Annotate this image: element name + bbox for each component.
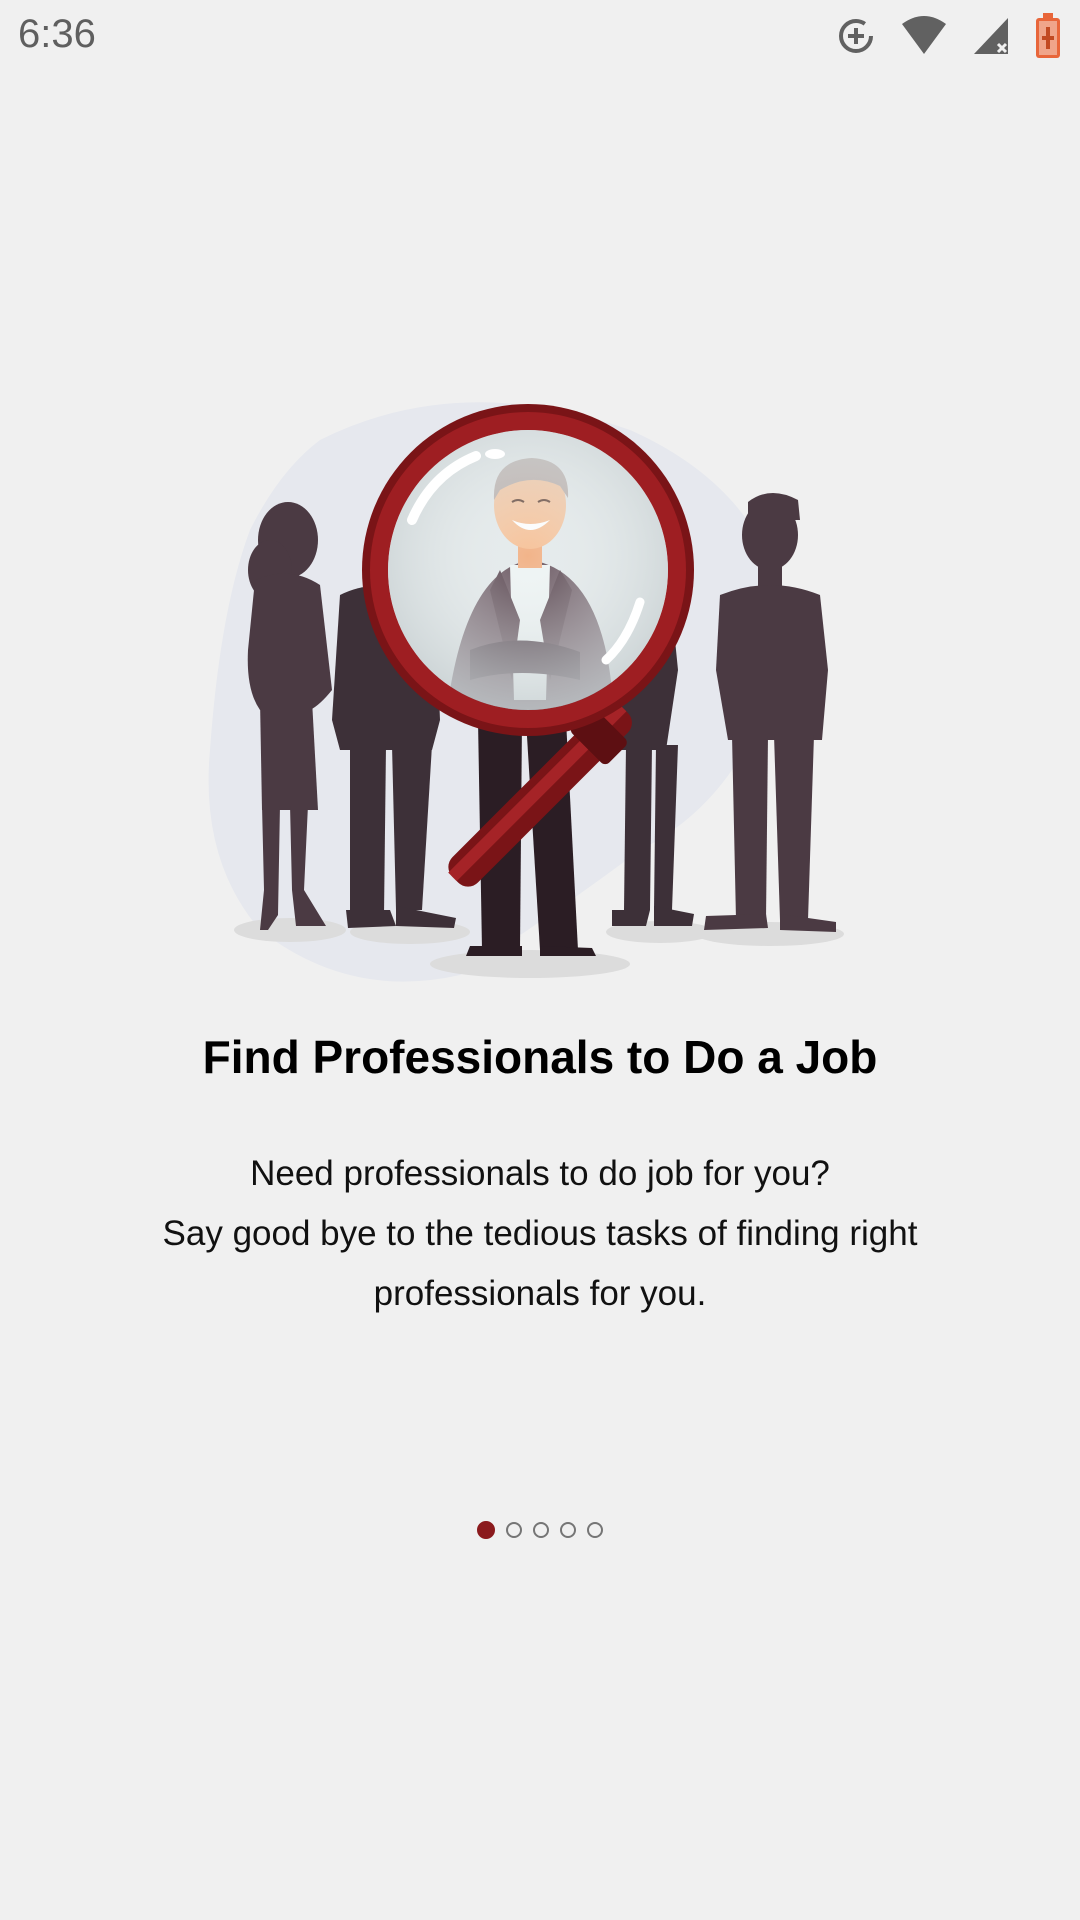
cell-signal-icon xyxy=(972,16,1010,56)
page-dot-1[interactable] xyxy=(477,1521,495,1539)
page-dot-5[interactable] xyxy=(587,1522,603,1538)
onboarding-title: Find Professionals to Do a Job xyxy=(202,1031,878,1083)
description-line: Say good bye to the tedious tasks of fin… xyxy=(162,1214,918,1253)
page-dot-2[interactable] xyxy=(506,1522,522,1538)
onboarding-illustration xyxy=(200,390,880,1000)
status-time: 6:36 xyxy=(18,12,96,56)
wifi-icon xyxy=(900,16,948,56)
page-dot-4[interactable] xyxy=(560,1522,576,1538)
onboarding-screen: 6:36 Find Professionals to Do a Job Need… xyxy=(0,0,1080,1920)
status-icons xyxy=(836,12,1062,60)
battery-charging-icon xyxy=(1034,13,1062,59)
description-line: Need professionals to do job for you? xyxy=(250,1154,830,1193)
page-indicator xyxy=(0,1521,1080,1539)
page-dot-3[interactable] xyxy=(533,1522,549,1538)
magnifier-professionals-illustration xyxy=(208,402,844,982)
status-bar: 6:36 xyxy=(0,0,1080,72)
data-saver-icon xyxy=(836,16,876,56)
description-line: professionals for you. xyxy=(373,1274,707,1313)
onboarding-description: Need professionals to do job for you? Sa… xyxy=(90,1144,990,1324)
